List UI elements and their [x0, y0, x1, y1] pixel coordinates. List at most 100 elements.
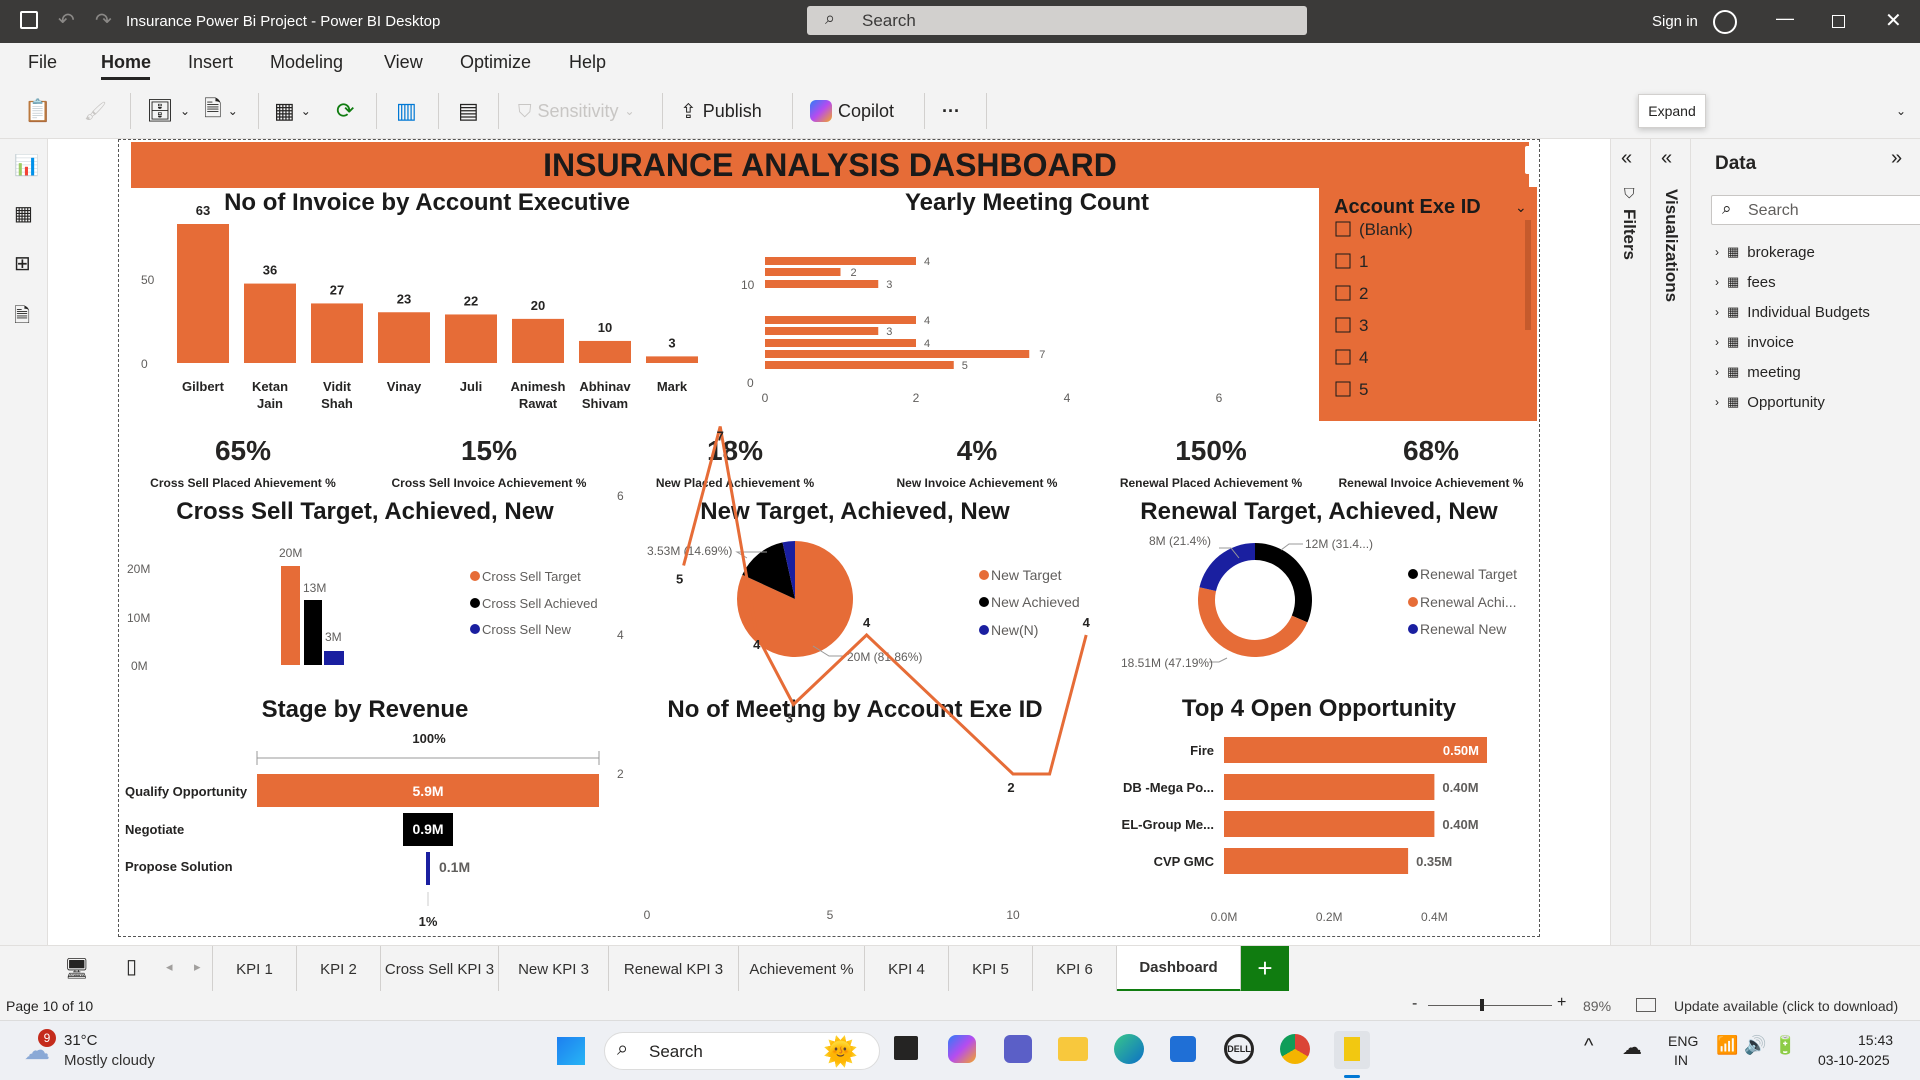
- data-table-item[interactable]: › ▦ Individual Budgets: [1715, 299, 1915, 325]
- dax-query-icon[interactable]: 🗎: [14, 301, 30, 335]
- clock-time[interactable]: 15:43: [1858, 1032, 1893, 1048]
- invoice-bar[interactable]: [646, 356, 698, 363]
- menu-modeling[interactable]: Modeling: [270, 52, 343, 73]
- wifi-icon[interactable]: 📶: [1716, 1035, 1738, 1056]
- yearly-bar[interactable]: [765, 339, 916, 347]
- volume-icon[interactable]: 🔊: [1744, 1035, 1766, 1056]
- model-view-icon[interactable]: ⊞: [14, 251, 31, 276]
- more-options-button[interactable]: ···: [942, 97, 960, 125]
- fit-page-icon[interactable]: [1636, 998, 1656, 1012]
- donut-slice[interactable]: [1197, 587, 1308, 658]
- mobile-layout-icon[interactable]: ▯: [126, 954, 137, 979]
- invoice-bar[interactable]: [244, 283, 296, 363]
- paste-icon[interactable]: 📋: [24, 97, 51, 125]
- file-explorer-icon[interactable]: [1058, 1037, 1088, 1061]
- page-tab[interactable]: Achievement %: [739, 946, 865, 992]
- taskbar-search[interactable]: ⌕ Search 🌞: [604, 1032, 880, 1070]
- yearly-bar[interactable]: [765, 268, 841, 276]
- page-tab[interactable]: KPI 2: [297, 946, 381, 992]
- page-tab[interactable]: KPI 5: [949, 946, 1033, 992]
- scroll-thumb[interactable]: [1525, 146, 1533, 174]
- renewal-donut[interactable]: [1197, 543, 1312, 663]
- zoom-slider-thumb[interactable]: [1480, 999, 1484, 1011]
- slicer-scrollbar[interactable]: [1525, 220, 1531, 330]
- minimize-button[interactable]: —: [1776, 8, 1794, 29]
- yearly-bar[interactable]: [765, 327, 879, 335]
- zoom-level[interactable]: 89%: [1583, 998, 1611, 1014]
- redo-icon[interactable]: ↷: [95, 8, 112, 33]
- invoice-bar[interactable]: [445, 314, 497, 363]
- expand-chevron-icon[interactable]: ›: [1715, 395, 1719, 409]
- next-tab-icon[interactable]: ▸: [194, 959, 201, 975]
- page-tab[interactable]: New KPI 3: [499, 946, 609, 992]
- yearly-bar[interactable]: [765, 280, 879, 288]
- page-tab[interactable]: Dashboard: [1117, 946, 1241, 992]
- filters-pane-collapsed[interactable]: « ⛉ Filters: [1610, 139, 1648, 981]
- page-tab[interactable]: KPI 1: [213, 946, 297, 992]
- start-icon[interactable]: [557, 1037, 585, 1065]
- copilot-app-icon[interactable]: [948, 1035, 976, 1063]
- donut-slice[interactable]: [1255, 543, 1312, 623]
- expand-visualizations-icon[interactable]: «: [1661, 147, 1672, 170]
- data-table-item[interactable]: › ▦ invoice: [1715, 329, 1915, 355]
- publish-button[interactable]: ⇪ Publish: [680, 97, 762, 125]
- new-visual-icon[interactable]: ▥: [396, 97, 417, 125]
- expand-filters-icon[interactable]: «: [1621, 147, 1632, 170]
- invoice-bar[interactable]: [378, 312, 430, 363]
- stage-bar-propose[interactable]: [426, 852, 430, 885]
- data-table-item[interactable]: › ▦ fees: [1715, 269, 1915, 295]
- undo-icon[interactable]: ↶: [58, 8, 75, 33]
- add-page-button[interactable]: +: [1241, 946, 1289, 992]
- account-icon[interactable]: [1713, 10, 1737, 34]
- menu-home[interactable]: Home: [101, 52, 151, 73]
- language-1[interactable]: ENG: [1668, 1033, 1698, 1049]
- cross-bar-achieved[interactable]: [304, 600, 322, 665]
- menu-insert[interactable]: Insert: [188, 52, 233, 73]
- prev-tab-icon[interactable]: ◂: [166, 959, 173, 975]
- cross-bar-new[interactable]: [324, 651, 344, 665]
- menu-help[interactable]: Help: [569, 52, 606, 73]
- zoom-slider[interactable]: [1428, 1005, 1552, 1006]
- dell-icon[interactable]: DELL: [1224, 1034, 1254, 1064]
- clock-date[interactable]: 03-10-2025: [1818, 1052, 1890, 1068]
- expand-chevron-icon[interactable]: ›: [1715, 245, 1719, 259]
- close-button[interactable]: ✕: [1885, 8, 1902, 33]
- invoice-bar[interactable]: [579, 340, 631, 363]
- slicer-chevron-icon[interactable]: ⌄: [1515, 199, 1527, 215]
- expand-chevron-icon[interactable]: ›: [1715, 365, 1719, 379]
- menu-file[interactable]: File: [28, 52, 57, 73]
- transform-data-icon[interactable]: ▦ ⌄: [274, 97, 311, 125]
- yearly-bar[interactable]: [765, 257, 916, 265]
- expand-chevron-icon[interactable]: ›: [1715, 275, 1719, 289]
- account-exe-slicer[interactable]: [1319, 187, 1537, 421]
- yearly-bar[interactable]: [765, 316, 916, 324]
- sensitivity-button[interactable]: ⛉ Sensitivity ⌄: [518, 97, 635, 125]
- top4-bar[interactable]: [1224, 848, 1409, 874]
- page-tab[interactable]: KPI 4: [865, 946, 949, 992]
- sign-in-link[interactable]: Sign in: [1652, 13, 1698, 30]
- desktop-layout-icon[interactable]: 🖥: [64, 956, 89, 981]
- powerbi-app-icon[interactable]: [1334, 1031, 1370, 1069]
- data-search-input[interactable]: ⌕ Search: [1711, 195, 1920, 225]
- battery-icon[interactable]: 🔋: [1774, 1035, 1796, 1056]
- menu-optimize[interactable]: Optimize: [460, 52, 531, 73]
- language-2[interactable]: IN: [1674, 1052, 1688, 1068]
- page-tab[interactable]: Renewal KPI 3: [609, 946, 739, 992]
- format-painter-icon[interactable]: 🖌: [84, 97, 107, 125]
- menu-view[interactable]: View: [384, 52, 423, 73]
- donut-slice[interactable]: [1199, 543, 1255, 592]
- data-table-item[interactable]: › ▦ brokerage: [1715, 239, 1915, 265]
- table-view-icon[interactable]: ▦: [14, 201, 33, 226]
- update-notice[interactable]: Update available (click to download): [1674, 998, 1898, 1014]
- expand-chevron-icon[interactable]: ›: [1715, 335, 1719, 349]
- yearly-bar[interactable]: [765, 350, 1030, 358]
- collapse-data-icon[interactable]: »: [1891, 147, 1902, 170]
- edge-icon[interactable]: [1114, 1034, 1144, 1064]
- maximize-button[interactable]: [1832, 15, 1845, 28]
- page-tab[interactable]: Cross Sell KPI 3: [381, 946, 499, 992]
- invoice-bar[interactable]: [177, 224, 229, 363]
- data-table-item[interactable]: › ▦ meeting: [1715, 359, 1915, 385]
- new-measure-icon[interactable]: ▤: [458, 97, 479, 125]
- top4-bar[interactable]: [1224, 811, 1435, 837]
- data-table-item[interactable]: › ▦ Opportunity: [1715, 389, 1915, 415]
